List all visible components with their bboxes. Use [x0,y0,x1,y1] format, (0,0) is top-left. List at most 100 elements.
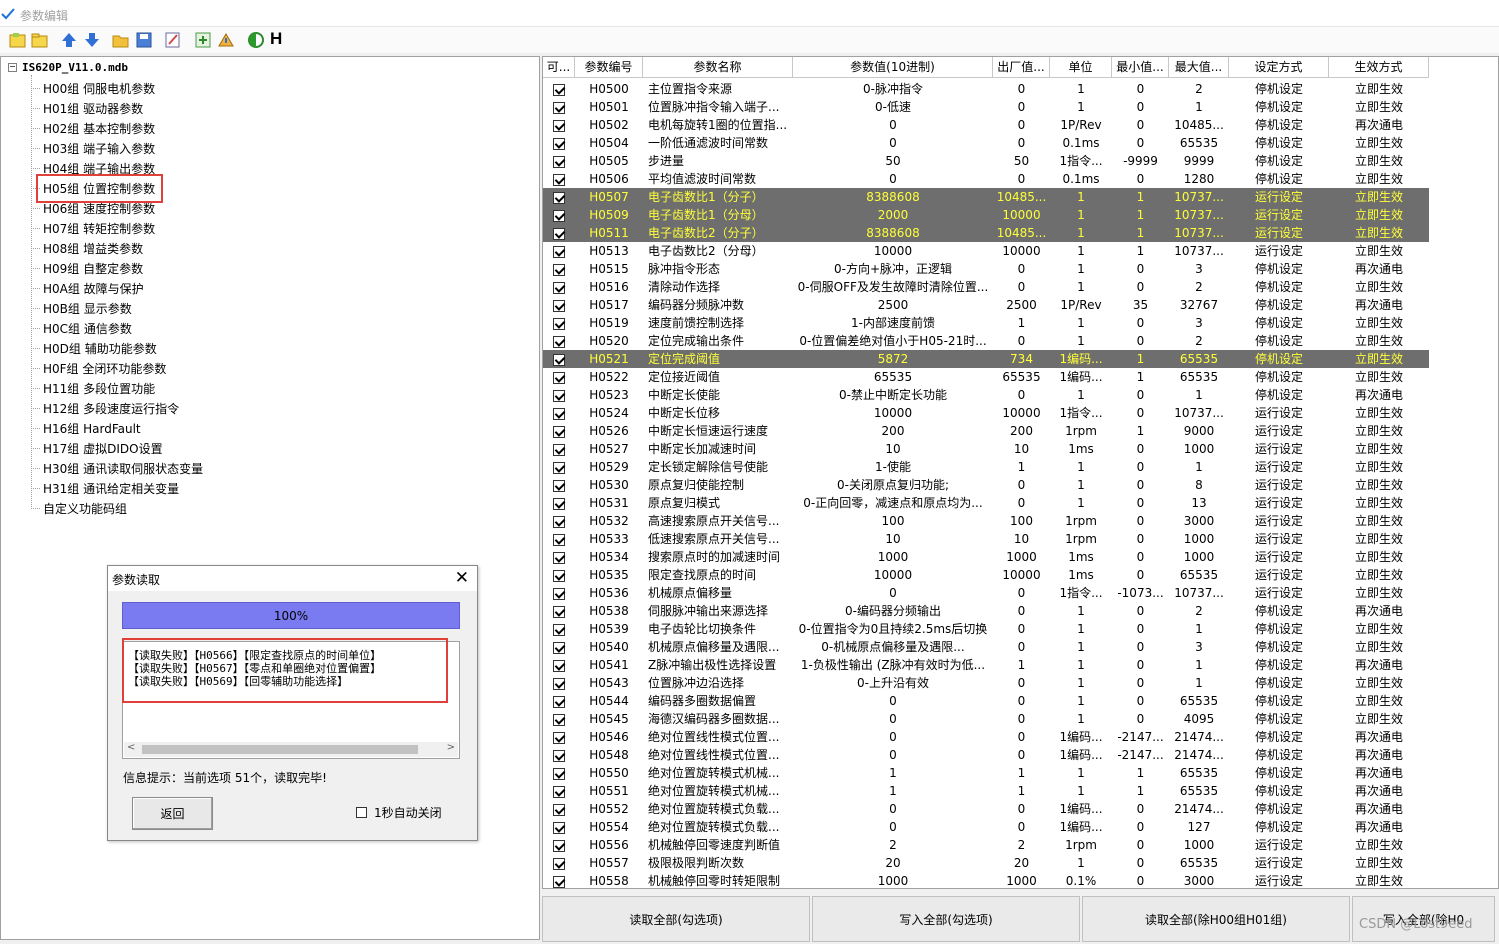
row-checkbox[interactable] [553,83,565,96]
row-checkbox[interactable] [553,605,565,618]
table-row[interactable]: H0511 电子齿数比2（分子） 8388608 10485... 1 1 10737...… [543,224,1429,242]
row-checkbox[interactable] [553,101,565,114]
row-checkbox-cell[interactable] [543,116,575,134]
table-row[interactable]: H0556 机械触停回零速度判断值 2 2 1rpm 0 1000 运行设定 立即生效 [543,836,1429,854]
row-checkbox[interactable] [553,767,565,780]
row-checkbox[interactable] [553,821,565,834]
row-checkbox[interactable] [553,641,565,654]
table-row[interactable]: H0551 绝对位置旋转模式机械... 1 1 1 1 65535 停机设定 再次通电 [543,782,1429,800]
scroll-left-icon[interactable]: < [127,742,135,753]
tree-node[interactable]: H11组 多段位置功能 [31,378,155,398]
row-checkbox[interactable] [553,623,565,636]
row-checkbox[interactable] [553,317,565,330]
row-checkbox-cell[interactable] [543,494,575,512]
row-checkbox[interactable] [553,281,565,294]
open-folder-icon[interactable] [111,30,131,50]
row-checkbox-cell[interactable] [543,170,575,188]
row-checkbox[interactable] [553,443,565,456]
tree-node[interactable]: H16组 HardFault [31,418,141,438]
table-row[interactable]: H0519 速度前馈控制选择 1-内部速度前馈 1 1 0 3 停机设定 立即生效 [543,314,1429,332]
row-checkbox-cell[interactable] [543,782,575,800]
table-row[interactable]: H0548 绝对位置线性模式位置... 0 0 1编码... -2147... 21474.… [543,746,1429,764]
row-checkbox[interactable] [553,857,565,870]
table-row[interactable]: H0516 清除动作选择 0-伺服OFF及发生故障时清除位置... 0 1 0 2 停机设定 立… [543,278,1429,296]
tree-node[interactable]: H02组 基本控制参数 [31,118,155,138]
row-checkbox-cell[interactable] [543,584,575,602]
row-checkbox-cell[interactable] [543,602,575,620]
tree-node[interactable]: H07组 转矩控制参数 [31,218,155,238]
table-row[interactable]: H0506 平均值滤波时间常数 0 0 0.1ms 0 1280 停机设定 立即生效 [543,170,1429,188]
row-checkbox-cell[interactable] [543,746,575,764]
row-checkbox-cell[interactable] [543,296,575,314]
row-checkbox[interactable] [553,749,565,762]
table-row[interactable]: H0515 脉冲指令形态 0-方向+脉冲，正逻辑 0 1 0 3 停机设定 再次通电 [543,260,1429,278]
table-row[interactable]: H0526 中断定长恒速运行速度 200 200 1rpm 1 9000 运行设定 立即生效 [543,422,1429,440]
tree-node[interactable]: H30组 通讯读取伺服状态变量 [31,458,203,478]
row-checkbox-cell[interactable] [543,278,575,296]
row-checkbox[interactable] [553,551,565,564]
table-row[interactable]: H0509 电子齿数比1（分母） 2000 10000 1 1 10737... 运行设定 立即… [543,206,1429,224]
row-checkbox-cell[interactable] [543,224,575,242]
row-checkbox-cell[interactable] [543,80,575,98]
column-header[interactable]: 生效方式 [1329,57,1429,78]
row-checkbox[interactable] [553,263,565,276]
row-checkbox[interactable] [553,497,565,510]
row-checkbox-cell[interactable] [543,638,575,656]
tree-node[interactable]: H0B组 显示参数 [31,298,132,318]
table-row[interactable]: H0527 中断定长加减速时间 10 10 1ms 0 1000 运行设定 立即生效 [543,440,1429,458]
row-checkbox[interactable] [553,335,565,348]
checkbox-box[interactable] [356,807,367,818]
table-row[interactable]: H0557 极限极限判断次数 20 20 1 0 65535 运行设定 立即生效 [543,854,1429,872]
row-checkbox-cell[interactable] [543,872,575,888]
table-row[interactable]: H0522 定位接近阈值 65535 65535 1编码... 1 65535 停机设定 立即生… [543,368,1429,386]
column-header[interactable]: 参数名称 [643,57,793,78]
column-header[interactable]: 参数编号 [575,57,643,78]
row-checkbox[interactable] [553,173,565,186]
tree-node[interactable]: H0A组 故障与保护 [31,278,144,298]
table-row[interactable]: H0550 绝对位置旋转模式机械... 1 1 1 1 65535 停机设定 再次通电 [543,764,1429,782]
row-checkbox-cell[interactable] [543,242,575,260]
table-row[interactable]: H0500 主位置指令来源 0-脉冲指令 0 1 0 2 停机设定 立即生效 [543,80,1429,98]
row-checkbox[interactable] [553,479,565,492]
table-row[interactable]: H0546 绝对位置线性模式位置... 0 0 1编码... -2147... 21474.… [543,728,1429,746]
row-checkbox[interactable] [553,677,565,690]
row-checkbox-cell[interactable] [543,350,575,368]
row-checkbox[interactable] [553,425,565,438]
table-row[interactable]: H0523 中断定长使能 0-禁止中断定长功能 0 1 0 1 停机设定 再次通电 [543,386,1429,404]
read-all-except-button[interactable]: 读取全部(除H00组H01组) [1082,896,1350,942]
column-header[interactable]: 出厂值... [993,57,1050,78]
tree-node[interactable]: H08组 增益类参数 [31,238,143,258]
tree-node[interactable]: H0F组 全闭环功能参数 [31,358,166,378]
row-checkbox-cell[interactable] [543,368,575,386]
table-row[interactable]: H0524 中断定长位移 10000 10000 1指令... 0 10737... 运行设定… [543,404,1429,422]
row-checkbox[interactable] [553,119,565,132]
row-checkbox-cell[interactable] [543,728,575,746]
table-row[interactable]: H0554 绝对位置旋转模式负载... 0 0 1编码... 0 127 停机设定 再次通电 [543,818,1429,836]
row-checkbox[interactable] [553,137,565,150]
row-checkbox[interactable] [553,659,565,672]
table-row[interactable]: H0535 限定查找原点的时间 10000 10000 1ms 0 65535 运行设定 立即生… [543,566,1429,584]
contrast-icon[interactable] [246,30,266,50]
row-checkbox-cell[interactable] [543,134,575,152]
tree-node[interactable]: H12组 多段速度运行指令 [31,398,179,418]
row-checkbox-cell[interactable] [543,98,575,116]
row-checkbox-cell[interactable] [543,422,575,440]
tree-node[interactable]: H0D组 辅助功能参数 [31,338,157,358]
table-row[interactable]: H0536 机械原点偏移量 0 0 1指令... -1073... 10737... 运行设定… [543,584,1429,602]
table-row[interactable]: H0533 低速搜索原点开关信号... 10 10 1rpm 0 1000 运行设定 立即生效 [543,530,1429,548]
row-checkbox-cell[interactable] [543,764,575,782]
column-header[interactable]: 最大值... [1169,57,1229,78]
table-row[interactable]: H0502 电机每旋转1圈的位置指... 0 0 1P/Rev 0 10485... 停机设定… [543,116,1429,134]
row-checkbox-cell[interactable] [543,710,575,728]
row-checkbox-cell[interactable] [543,386,575,404]
row-checkbox[interactable] [553,227,565,240]
table-row[interactable]: H0521 定位完成阈值 5872 734 1编码... 1 65535 停机设定 立即生效 [543,350,1429,368]
row-checkbox-cell[interactable] [543,818,575,836]
row-checkbox-cell[interactable] [543,800,575,818]
row-checkbox-cell[interactable] [543,332,575,350]
table-row[interactable]: H0544 编码器多圈数据偏置 0 0 1 0 65535 停机设定 立即生效 [543,692,1429,710]
table-row[interactable]: H0552 绝对位置旋转模式负载... 0 0 1编码... 0 21474... 停机设定 再… [543,800,1429,818]
row-checkbox[interactable] [553,533,565,546]
row-checkbox[interactable] [553,587,565,600]
import-icon[interactable] [193,30,213,50]
